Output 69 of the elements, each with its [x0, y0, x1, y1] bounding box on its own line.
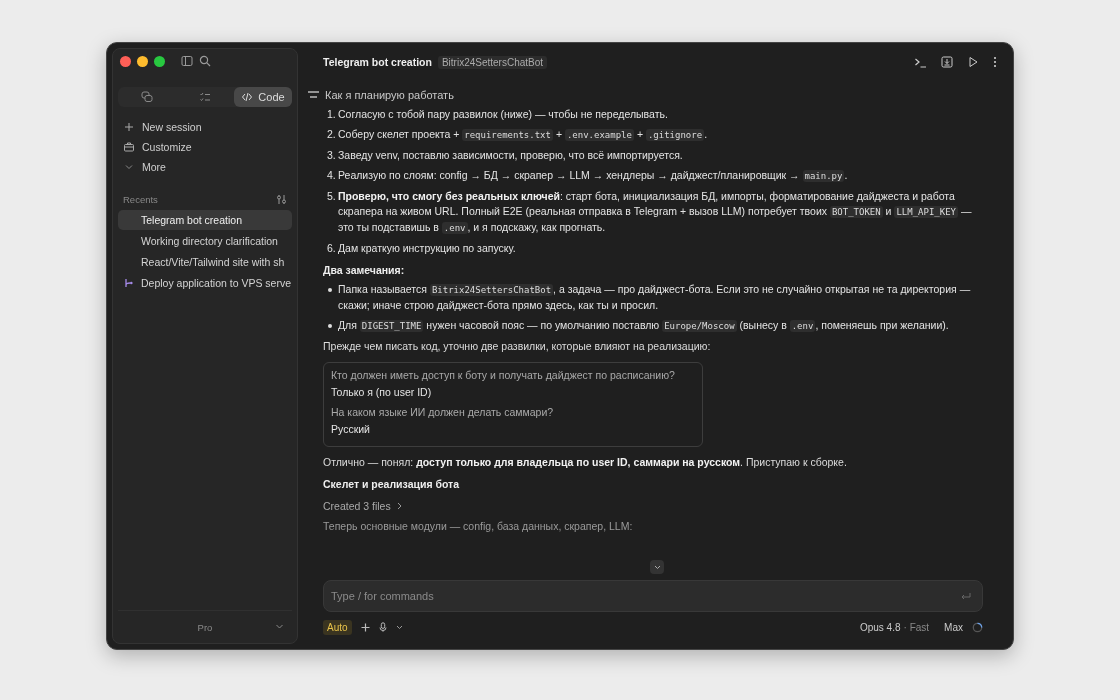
list-number: 1. [327, 107, 337, 122]
list-item: Реализую по слоям: config → БД → скрапер → LLM → хендлеры → дайджест/планировщик → main.py . [338, 168, 848, 184]
chevron-down-icon [124, 162, 134, 172]
session-item[interactable]: Deploy application to VPS serve [118, 273, 292, 293]
plus-icon[interactable] [360, 622, 370, 632]
window-title: Telegram bot creation [323, 56, 432, 68]
session-item[interactable]: React/Vite/Tailwind site with sh [118, 252, 292, 272]
list-number: 6. [327, 241, 337, 256]
section-label: Recents [123, 193, 158, 205]
session-item[interactable]: Working directory clarification [118, 231, 292, 251]
section-heading: Как я планирую работать [325, 89, 454, 101]
list-number: 2. [327, 127, 337, 142]
paragraph: Теперь основные модули — config, база данных, скрапер, LLM: [323, 520, 634, 532]
subheading: Два замечания: [323, 264, 406, 276]
question: Кто должен иметь доступ к боту и получать дайджест по расписанию? [331, 369, 676, 381]
nav-item[interactable]: More [118, 157, 292, 177]
list-item: Соберу скелет проекта + requirements.txt + .env.example + .gitignore . [338, 127, 708, 143]
play-icon[interactable] [967, 56, 979, 68]
bullet-icon [328, 324, 332, 328]
branch-icon [124, 278, 134, 288]
list-number: 4. [327, 168, 337, 183]
question: На каком языке ИИ должен делать саммари? [331, 406, 555, 418]
model-label[interactable]: Opus 4.8 [859, 621, 901, 633]
sidebar-toggle-icon[interactable] [181, 55, 193, 67]
list-item: Дам краткую инструкцию по запуску. [338, 241, 516, 256]
answer: Только я (по user ID) [331, 386, 433, 398]
filter-icon[interactable] [276, 193, 287, 205]
paragraph: Прежде чем писать код, уточню две развилки, которые влияют на реализацию: [323, 339, 712, 354]
code-icon [241, 91, 254, 103]
bullet-icon [328, 288, 332, 292]
microphone-icon[interactable] [378, 622, 387, 632]
session-item[interactable]: Telegram bot creation [118, 210, 292, 230]
list-item: Согласую с тобой пару развилок (ниже) — чтобы не переделывать. [338, 107, 668, 122]
speed-label: · Fast [903, 621, 930, 633]
mode-badge[interactable]: Auto [323, 619, 352, 635]
list-number: 5. [327, 189, 337, 204]
minimize-button[interactable] [137, 55, 148, 67]
paragraph: Отлично — понял: доступ только для владельца по user ID, саммари на русском. Приступаю к сборке. [323, 455, 848, 470]
chevron-right-icon [395, 502, 403, 510]
scroll-down-button[interactable] [650, 560, 664, 574]
folder-badge: Bitrix24SettersChatBot [437, 55, 548, 69]
subheading: Скелет и реализация бота [323, 478, 461, 490]
list-item: Папка называется Bitrix24SettersChatBot , а задача — про дайджест-бота. Если это не случайно открытая не та директория — скажи; иначе строю дайджест-бота прямо здесь, как ты и просил. [338, 282, 972, 313]
list-number: 3. [327, 148, 337, 163]
code-tab[interactable]: Code [234, 87, 292, 107]
chat-bubbles-icon [141, 91, 153, 103]
list-item: Заведу venv, поставлю зависимости, проверю, что всё импортируется. [338, 148, 683, 163]
effort-label[interactable]: Max [944, 621, 963, 633]
list-icon [308, 91, 319, 99]
files-link[interactable]: Created 3 files [323, 500, 403, 512]
download-icon[interactable] [941, 56, 953, 68]
checklist-icon [199, 91, 211, 103]
plan-label: Pro [197, 621, 213, 633]
briefcase-icon [124, 142, 134, 152]
spinner-icon [972, 621, 983, 633]
enter-icon[interactable] [960, 592, 971, 601]
nav-item[interactable]: Customize [118, 137, 292, 157]
search-icon[interactable] [199, 55, 211, 67]
caret-icon[interactable] [395, 624, 403, 630]
nav-item[interactable]: New session [118, 117, 292, 137]
message-field[interactable]: Type / for commands [323, 580, 983, 612]
zoom-button[interactable] [154, 55, 165, 67]
close-button[interactable] [120, 55, 131, 67]
more-icon[interactable] [993, 56, 997, 68]
plus-icon [124, 122, 134, 132]
list-item: Для DIGEST_TIME нужен часовой пояс — по умолчанию поставлю Europe/Moscow (вынесу в .env , поменяешь при желании). [338, 318, 949, 334]
answer: Русский [331, 423, 371, 435]
chevron-down-icon [653, 564, 661, 570]
list-item: Проверю, что смогу без реальных ключей: старт бота, инициализация БД, импорты, форматирование дайджеста и работа скрапера на живом URL. Полный E2E (реальная отправка в Telegram + вызов LLM) потребует твоих BOT_TOKEN и LLM_API_KEY — это ты подставишь в .env , и я подскажу, как прогнать. [338, 189, 973, 236]
